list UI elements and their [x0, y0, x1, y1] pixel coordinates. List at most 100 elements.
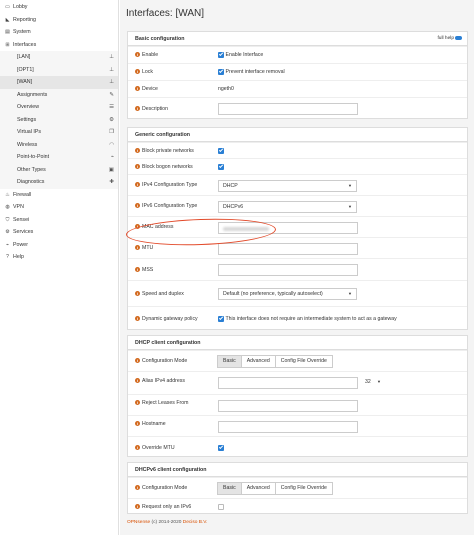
info-icon[interactable]: i	[135, 445, 140, 451]
sidebar-item-other-types[interactable]: Other Types ▣	[0, 163, 118, 176]
info-icon[interactable]: i	[135, 245, 140, 251]
block-private-checkbox[interactable]	[218, 148, 226, 154]
info-icon[interactable]: i	[135, 69, 140, 75]
globe-icon: ◍	[5, 204, 10, 210]
sidebar-item-diagnostics[interactable]: Diagnostics ✚	[0, 176, 118, 189]
sidebar-item-system[interactable]: ▤ System	[0, 26, 118, 39]
sidebar-item-settings[interactable]: Settings ⚙	[0, 113, 118, 126]
area-chart-icon: ◣	[5, 16, 10, 23]
plug-icon: ⌁	[110, 154, 114, 160]
ipv6-type-row: i IPv6 Configuration Type DHCPv6 ▼	[128, 195, 467, 216]
sidebar-item-wireless[interactable]: Wireless ◠	[0, 138, 118, 151]
sidebar-item-vpn[interactable]: ◍ VPN	[0, 201, 118, 214]
speed-row: i Speed and duplex Default (no preference…	[128, 280, 467, 306]
sidebar-item-sensei[interactable]: ⛉ Sensei	[0, 214, 118, 227]
sidebar-item-virtual-ips[interactable]: Virtual IPs ❐	[0, 126, 118, 139]
question-icon: ?	[6, 254, 9, 260]
footer-company-link[interactable]: Deciso B.V.	[183, 520, 208, 525]
hostname-input[interactable]	[218, 421, 358, 433]
info-icon[interactable]: i	[135, 400, 140, 406]
info-icon[interactable]: i	[135, 316, 140, 322]
shield-icon: ⛉	[5, 216, 10, 223]
reject-leases-input[interactable]	[218, 400, 358, 412]
info-icon[interactable]: i	[135, 291, 140, 297]
dhcpv6-mode-button-group: Basic Advanced Config File Override	[217, 482, 333, 495]
server-icon: ▤	[5, 29, 10, 35]
sitemap-icon: ⊞	[5, 41, 10, 48]
clone-icon: ❐	[109, 129, 114, 135]
sidebar-item-services[interactable]: ⚙ Services	[0, 226, 118, 239]
info-icon[interactable]: i	[135, 421, 140, 427]
sidebar: ▭ Lobby ◣ Reporting ▤ System ⊞ Interfaces [L…	[0, 0, 119, 535]
checkbox-checked-icon	[218, 445, 224, 451]
sidebar-item-opt1[interactable]: [OPT1] ⊥	[0, 63, 118, 76]
info-icon[interactable]: i	[135, 267, 140, 273]
alias-prefix-select[interactable]: 32 ▼	[361, 377, 385, 389]
sidebar-item-interfaces[interactable]: ⊞ Interfaces	[0, 39, 118, 52]
mss-input[interactable]	[218, 264, 358, 276]
pencil-icon: ✎	[109, 91, 114, 98]
sidebar-item-wan[interactable]: [WAN] ⊥	[0, 76, 118, 89]
full-help-toggle[interactable]: full help	[437, 32, 462, 46]
gateway-policy-checkbox[interactable]: This interface does not require an inter…	[218, 316, 397, 322]
mtu-input[interactable]	[218, 243, 358, 255]
panel-header: Basic configuration full help	[128, 32, 467, 46]
mode-config-override-button[interactable]: Config File Override	[274, 482, 333, 495]
panel-header: DHCPv6 client configuration	[128, 463, 467, 477]
dhcp-mode-row: i Configuration Mode Basic Advanced Confi…	[128, 350, 467, 371]
panel-header: Generic configuration	[128, 128, 467, 142]
mode-basic-button[interactable]: Basic	[217, 355, 242, 368]
dhcpv6-client-panel: DHCPv6 client configuration i Configurati…	[127, 462, 468, 514]
info-icon[interactable]: i	[135, 203, 140, 209]
wifi-icon: ◠	[109, 141, 114, 148]
sidebar-item-help[interactable]: ? Help	[0, 251, 118, 264]
cog-icon: ⚙	[5, 229, 10, 235]
ipv4-type-row: i IPv4 Configuration Type DHCP ▼	[128, 174, 467, 195]
info-icon[interactable]: i	[135, 164, 140, 170]
info-icon[interactable]: i	[135, 378, 140, 384]
mode-config-override-button[interactable]: Config File Override	[274, 355, 333, 368]
info-icon[interactable]: i	[135, 106, 140, 112]
enable-row: i Enable Enable Interface	[128, 46, 467, 63]
block-bogon-checkbox[interactable]	[218, 164, 226, 170]
mode-basic-button[interactable]: Basic	[217, 482, 242, 495]
checkbox-checked-icon	[218, 52, 224, 58]
info-icon[interactable]: i	[135, 485, 140, 491]
sidebar-item-lan[interactable]: [LAN] ⊥	[0, 51, 118, 64]
plug-icon: ⌁	[5, 241, 9, 248]
lock-checkbox[interactable]: Prevent interface removal	[218, 69, 285, 75]
request-ipv6-checkbox[interactable]	[218, 504, 224, 510]
description-input[interactable]	[218, 103, 358, 115]
override-mtu-checkbox[interactable]	[218, 445, 226, 451]
info-icon[interactable]: i	[135, 182, 140, 188]
mss-row: i MSS	[128, 258, 467, 280]
sidebar-item-lobby[interactable]: ▭ Lobby	[0, 1, 118, 14]
info-icon[interactable]: i	[135, 52, 140, 58]
laptop-icon: ▭	[5, 4, 10, 10]
sitemap-icon: ⊥	[109, 54, 114, 60]
info-icon[interactable]: i	[135, 358, 140, 364]
mode-advanced-button[interactable]: Advanced	[240, 482, 276, 495]
cogs-icon: ⚙	[109, 116, 114, 123]
block-private-row: i Block private networks	[128, 142, 467, 158]
sidebar-item-overview[interactable]: Overview ☰	[0, 101, 118, 114]
sidebar-item-power[interactable]: ⌁ Power	[0, 239, 118, 252]
archive-icon: ▣	[108, 166, 114, 173]
sidebar-item-reporting[interactable]: ◣ Reporting	[0, 14, 118, 27]
info-icon[interactable]: i	[135, 148, 140, 154]
checkbox-checked-icon	[218, 164, 224, 170]
alias-ipv4-input[interactable]	[218, 377, 358, 389]
ipv6-type-select[interactable]: DHCPv6 ▼	[218, 201, 357, 213]
speed-duplex-select[interactable]: Default (no preference, typically autose…	[218, 288, 357, 300]
enable-checkbox[interactable]: Enable Interface	[218, 52, 263, 58]
info-icon[interactable]: i	[135, 86, 140, 92]
ipv4-type-select[interactable]: DHCP ▼	[218, 180, 357, 192]
mode-advanced-button[interactable]: Advanced	[240, 355, 276, 368]
sidebar-item-firewall[interactable]: ♨ Firewall	[0, 189, 118, 202]
sidebar-item-point-to-point[interactable]: Point-to-Point ⌁	[0, 151, 118, 164]
footer-brand-link[interactable]: OPNsense	[127, 520, 150, 525]
sitemap-icon: ⊥	[109, 66, 114, 73]
sidebar-item-assignments[interactable]: Assignments ✎	[0, 88, 118, 101]
info-icon[interactable]: i	[135, 504, 140, 510]
checkbox-checked-icon	[218, 148, 224, 154]
